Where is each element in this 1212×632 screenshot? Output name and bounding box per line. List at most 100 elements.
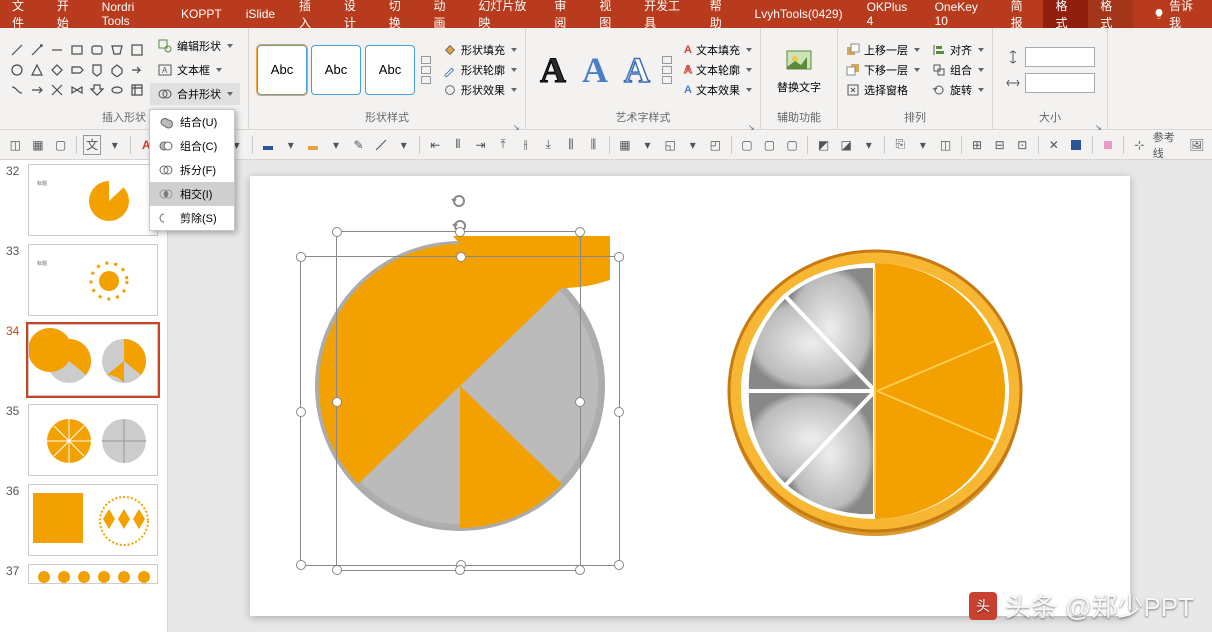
qt-textbox[interactable]: 文	[83, 135, 102, 155]
qt-btn[interactable]	[1099, 135, 1118, 155]
qt-btn[interactable]: ▾	[914, 135, 933, 155]
tab-file[interactable]: 文件	[0, 0, 45, 28]
merge-intersect[interactable]: 相交(I)	[150, 182, 234, 206]
shape-style-preset-1[interactable]: Abc	[257, 45, 307, 95]
resize-handle[interactable]	[614, 407, 624, 417]
qt-btn[interactable]: ⊡	[1013, 135, 1032, 155]
tab-islide[interactable]: iSlide	[234, 0, 287, 28]
resize-handle[interactable]	[332, 227, 342, 237]
resize-handle[interactable]	[296, 407, 306, 417]
tab-brief[interactable]: 简报	[999, 0, 1044, 28]
merge-union[interactable]: 结合(U)	[150, 110, 234, 134]
text-box-button[interactable]: A 文本框	[150, 59, 240, 81]
wordart-launcher[interactable]	[748, 117, 758, 127]
right-orange-image[interactable]	[725, 241, 1025, 541]
qt-btn[interactable]: ▢	[760, 135, 779, 155]
slide-thumbnail-35[interactable]	[28, 404, 158, 476]
tab-okplus[interactable]: OKPlus 4	[855, 0, 923, 28]
tab-transition[interactable]: 切换	[377, 0, 422, 28]
tab-help[interactable]: 帮助	[698, 0, 743, 28]
qt-dist-h[interactable]: ⫼	[562, 135, 581, 155]
qt-btn[interactable]: ▾	[859, 135, 878, 155]
slide-thumbnail-37[interactable]	[28, 564, 158, 584]
qt-btn[interactable]: ◫	[936, 135, 955, 155]
tab-view[interactable]: 视图	[587, 0, 632, 28]
qt-btn[interactable]: ✕	[1044, 135, 1063, 155]
tell-me[interactable]: 告诉我	[1141, 0, 1212, 28]
resize-handle[interactable]	[296, 560, 306, 570]
merge-combine[interactable]: 组合(C)	[150, 134, 234, 158]
shape-style-preset-3[interactable]: Abc	[365, 45, 415, 95]
shape-gallery[interactable]	[8, 41, 146, 99]
tab-format-2[interactable]: 格式	[1088, 0, 1133, 28]
qt-btn[interactable]: ▾	[394, 135, 413, 155]
wordart-preset-1[interactable]: A	[534, 49, 572, 91]
tab-format-1[interactable]: 格式	[1043, 0, 1088, 28]
qt-btn[interactable]: ◱	[661, 135, 680, 155]
tab-developer[interactable]: 开发工具	[632, 0, 698, 28]
tab-koppt[interactable]: KOPPT	[169, 0, 234, 28]
qt-dist-v[interactable]: ⫼	[584, 135, 603, 155]
merge-subtract[interactable]: 剪除(S)	[150, 206, 234, 230]
text-fill-button[interactable]: A 文本填充	[684, 42, 752, 58]
shape-fill-button[interactable]: 形状填充	[443, 42, 517, 58]
qt-btn[interactable]: ⊟	[990, 135, 1009, 155]
selection-inner[interactable]	[336, 231, 581, 571]
qt-align-top[interactable]: ⤒	[494, 135, 513, 155]
resize-handle[interactable]	[575, 565, 585, 575]
qt-align-left[interactable]: ⇤	[426, 135, 445, 155]
qt-guides[interactable]: ⊹	[1130, 135, 1149, 155]
text-effects-button[interactable]: A 文本效果	[684, 82, 752, 98]
qt-align-center[interactable]: ⫴	[449, 135, 468, 155]
qt-btn[interactable]: ▾	[105, 135, 124, 155]
slide-thumbnail-32[interactable]: 标题	[28, 164, 158, 236]
qt-btn[interactable]: ◫	[6, 135, 25, 155]
rotate-button[interactable]: 旋转	[932, 82, 984, 98]
merge-fragment[interactable]: 拆分(F)	[150, 158, 234, 182]
bring-forward-button[interactable]: 上移一层	[846, 42, 920, 58]
slide-thumbnail-36[interactable]	[28, 484, 158, 556]
qt-fill[interactable]	[259, 135, 278, 155]
qt-btn[interactable]	[372, 135, 391, 155]
qt-btn[interactable]: ⊞	[968, 135, 987, 155]
shape-style-preset-2[interactable]: Abc	[311, 45, 361, 95]
qt-btn[interactable]: ◩	[814, 135, 833, 155]
resize-handle[interactable]	[296, 252, 306, 262]
send-backward-button[interactable]: 下移一层	[846, 62, 920, 78]
shape-styles-launcher[interactable]	[513, 117, 523, 127]
shape-effects-button[interactable]: 形状效果	[443, 82, 517, 98]
qt-btn[interactable]: ▢	[51, 135, 70, 155]
canvas-area[interactable]	[168, 160, 1212, 632]
tab-home[interactable]: 开始	[45, 0, 90, 28]
tab-review[interactable]: 审阅	[542, 0, 587, 28]
width-input[interactable]	[1025, 73, 1095, 93]
align-button[interactable]: 对齐	[932, 42, 984, 58]
text-outline-button[interactable]: A 文本轮廓	[684, 62, 752, 78]
qt-btn[interactable]	[1067, 135, 1086, 155]
resize-handle[interactable]	[575, 397, 585, 407]
tab-animation[interactable]: 动画	[422, 0, 467, 28]
qt-btn[interactable]: ▦	[616, 135, 635, 155]
wordart-preset-3[interactable]: A	[618, 49, 656, 91]
tab-onekey[interactable]: OneKey 10	[923, 0, 999, 28]
edit-shape-button[interactable]: 编辑形状	[150, 35, 240, 57]
qt-align-right[interactable]: ⇥	[471, 135, 490, 155]
qt-btn[interactable]: ▾	[683, 135, 702, 155]
slide-thumbnail-33[interactable]: 标题	[28, 244, 158, 316]
rotation-handle[interactable]	[450, 192, 468, 210]
qt-btn[interactable]: ◰	[706, 135, 725, 155]
resize-handle[interactable]	[455, 565, 465, 575]
resize-handle[interactable]	[575, 227, 585, 237]
tab-design[interactable]: 设计	[332, 0, 377, 28]
tab-nordri[interactable]: Nordri Tools	[90, 0, 169, 28]
qt-btn[interactable]: ▾	[281, 135, 300, 155]
resize-handle[interactable]	[455, 227, 465, 237]
selection-pane-button[interactable]: 选择窗格	[846, 82, 920, 98]
qt-btn[interactable]: 🖼	[1187, 135, 1206, 155]
slide-canvas[interactable]	[250, 176, 1130, 616]
qt-btn[interactable]: ▾	[327, 135, 346, 155]
qt-eyedrop[interactable]: ✎	[349, 135, 368, 155]
shape-outline-button[interactable]: 形状轮廓	[443, 62, 517, 78]
qt-outline[interactable]	[304, 135, 323, 155]
wordart-more[interactable]	[660, 56, 674, 84]
